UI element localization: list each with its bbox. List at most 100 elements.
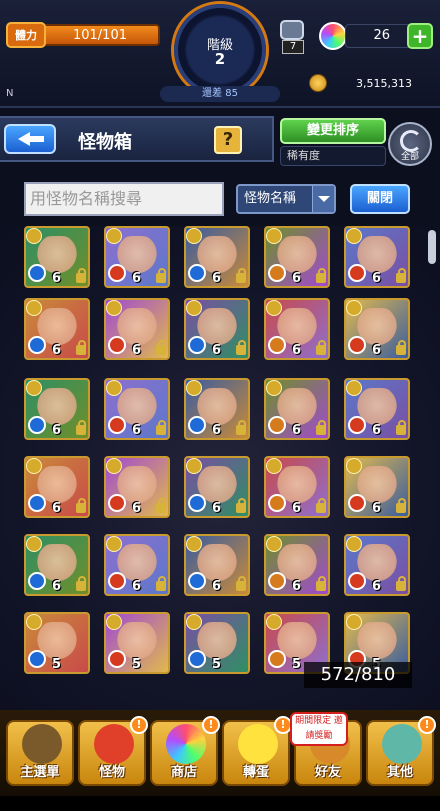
lock-icon	[236, 340, 246, 355]
monster-card[interactable]: 5	[104, 612, 170, 674]
buy-orb-button[interactable]: +	[407, 23, 433, 49]
monster-card[interactable]: 6	[104, 226, 170, 288]
monster-card[interactable]: 6	[24, 456, 90, 518]
element-icon	[108, 416, 126, 434]
stamina-meter: 體力 101/101	[6, 22, 160, 48]
lock-icon	[316, 420, 326, 435]
monster-level: 6	[292, 343, 302, 358]
monster-card[interactable]: 6	[24, 226, 90, 288]
element-icon	[348, 494, 366, 512]
lock-icon	[236, 268, 246, 283]
monster-card[interactable]: 6	[24, 378, 90, 440]
monster-card[interactable]: 6	[24, 298, 90, 360]
nav-item-3[interactable]: 轉蛋!	[222, 716, 292, 786]
monster-level: 6	[132, 579, 142, 594]
monster-card[interactable]: 6	[184, 456, 250, 518]
lock-icon	[156, 340, 166, 355]
lock-icon	[236, 420, 246, 435]
element-icon	[188, 572, 206, 590]
exp-remaining: 還差 85	[160, 86, 280, 102]
close-search-button[interactable]: 關閉	[350, 184, 410, 214]
monster-level: 6	[372, 501, 382, 516]
monster-card[interactable]: 6	[104, 378, 170, 440]
rank-flag: N	[6, 88, 14, 99]
search-input[interactable]: 用怪物名稱搜尋	[24, 182, 224, 216]
element-icon	[28, 416, 46, 434]
nav-item-label: 好友	[314, 765, 341, 780]
monster-card[interactable]: 6	[264, 534, 330, 596]
monster-card[interactable]: 6	[264, 378, 330, 440]
monster-card[interactable]: 6	[344, 456, 410, 518]
stamina-icon: 體力	[6, 22, 46, 48]
monster-level: 6	[212, 343, 222, 358]
monster-card[interactable]: 5	[24, 612, 90, 674]
element-icon	[268, 494, 286, 512]
monster-card[interactable]: 6	[184, 378, 250, 440]
nav-item-5[interactable]: 其他!	[366, 716, 436, 786]
lock-icon	[156, 268, 166, 283]
system-bar	[0, 796, 440, 811]
stopwatch-count: 7	[282, 40, 304, 54]
monster-level: 5	[212, 657, 222, 672]
monster-level: 6	[132, 343, 142, 358]
orb-count: 26	[345, 24, 415, 48]
element-icon	[108, 264, 126, 282]
monster-level: 6	[212, 501, 222, 516]
scrollbar[interactable]	[428, 230, 436, 264]
monster-card[interactable]: 6	[104, 456, 170, 518]
element-icon	[348, 416, 366, 434]
monster-card[interactable]: 6	[184, 534, 250, 596]
monster-icon	[94, 724, 134, 764]
element-icon	[188, 494, 206, 512]
monster-card[interactable]: 6	[264, 226, 330, 288]
monster-card[interactable]: 6	[184, 298, 250, 360]
element-icon	[28, 336, 46, 354]
element-icon	[268, 650, 286, 668]
back-button[interactable]	[4, 124, 56, 154]
nav-item-0[interactable]: 主選單	[6, 720, 74, 786]
element-icon	[28, 572, 46, 590]
monster-grid: 666666666666666666666666655555	[0, 226, 440, 710]
element-icon	[348, 264, 366, 282]
nav-item-1[interactable]: 怪物!	[78, 716, 148, 786]
monster-card[interactable]: 6	[24, 534, 90, 596]
change-sort-button[interactable]: 變更排序	[280, 118, 386, 144]
monster-card[interactable]: 6	[184, 226, 250, 288]
monster-card[interactable]: 6	[264, 456, 330, 518]
nav-item-label: 轉蛋	[242, 765, 269, 780]
event-tag: 期間限定 邀請獎勵	[290, 712, 348, 746]
monster-card[interactable]: 6	[344, 534, 410, 596]
monster-level: 6	[292, 501, 302, 516]
search-field-select[interactable]: 怪物名稱	[236, 184, 336, 214]
stopwatch-icon[interactable]: 7	[280, 20, 306, 54]
player-level-badge[interactable]: 階級 2	[174, 4, 266, 96]
monster-card[interactable]: 6	[344, 226, 410, 288]
monster-card[interactable]: 5	[184, 612, 250, 674]
element-icon	[268, 336, 286, 354]
monster-card[interactable]: 6	[344, 298, 410, 360]
page-header: 怪物箱 ?	[0, 116, 274, 162]
monster-level: 6	[372, 579, 382, 594]
monster-level: 6	[132, 271, 142, 286]
filter-all-button[interactable]: 全部	[388, 122, 432, 166]
element-icon	[188, 416, 206, 434]
element-icon	[188, 650, 206, 668]
monster-card[interactable]: 6	[264, 298, 330, 360]
monster-card[interactable]: 6	[344, 378, 410, 440]
lock-icon	[76, 498, 86, 513]
monster-card[interactable]: 6	[104, 534, 170, 596]
current-sort[interactable]: 稀有度	[280, 146, 386, 166]
nav-item-2[interactable]: 商店!	[150, 716, 220, 786]
monster-level: 5	[52, 657, 62, 672]
nav-item-label: 其他	[386, 765, 413, 780]
alert-badge: !	[130, 716, 148, 734]
monster-level: 6	[212, 271, 222, 286]
element-icon	[28, 650, 46, 668]
lock-icon	[396, 498, 406, 513]
level-value: 2	[214, 50, 226, 68]
help-button[interactable]: ?	[214, 126, 242, 154]
monster-level: 5	[292, 657, 302, 672]
monster-card[interactable]: 6	[104, 298, 170, 360]
nav-item-label: 主選單	[20, 765, 60, 780]
element-icon	[108, 572, 126, 590]
